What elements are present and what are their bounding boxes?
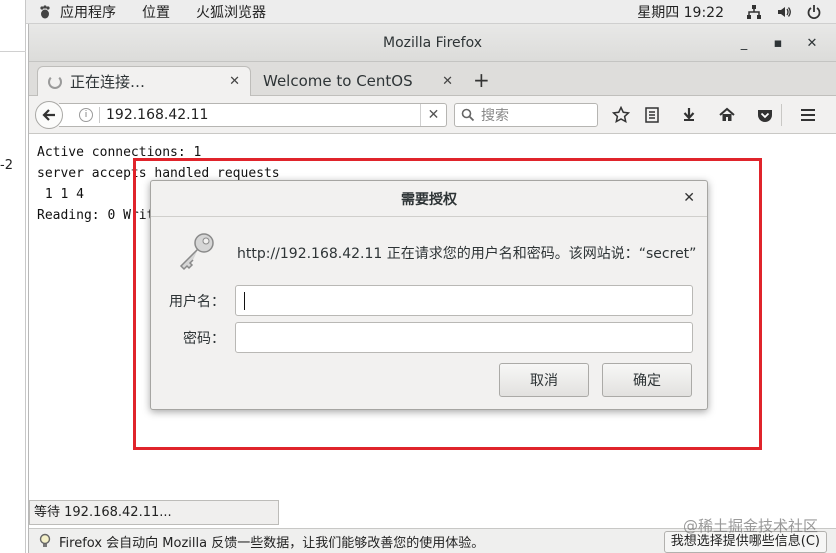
url-bar[interactable]: i 192.168.42.11 ✕ [59, 103, 447, 127]
navigation-toolbar: i 192.168.42.11 ✕ 搜索 [29, 96, 836, 134]
minimize-button[interactable]: _ [735, 34, 753, 52]
tab-connecting[interactable]: 正在连接… ✕ [37, 66, 251, 96]
search-placeholder: 搜索 [481, 108, 509, 124]
network-icon[interactable] [746, 4, 762, 20]
lightbulb-icon [39, 533, 51, 547]
key-icon [179, 233, 214, 271]
url-text[interactable]: 192.168.42.11 [106, 107, 420, 123]
gnome-foot-icon[interactable] [36, 3, 54, 21]
back-button[interactable] [35, 101, 63, 129]
tab-close-icon[interactable]: ✕ [229, 74, 240, 89]
tab-label: 正在连接… [70, 73, 146, 91]
loading-spinner-icon [48, 74, 62, 89]
menu-applications[interactable]: 应用程序 [60, 2, 116, 22]
hamburger-menu-icon[interactable] [798, 105, 818, 125]
site-info-icon[interactable]: i [79, 108, 93, 122]
status-line: Reading: 0 Writi [37, 208, 163, 223]
dialog-close-icon[interactable]: ✕ [683, 190, 695, 206]
maximize-button[interactable]: ▪ [769, 34, 787, 52]
password-label: 密码： [183, 331, 225, 347]
download-icon[interactable] [679, 105, 699, 125]
status-line: Active connections: 1 [37, 145, 202, 160]
search-input[interactable]: 搜索 [454, 103, 598, 127]
pocket-icon[interactable] [755, 105, 775, 125]
reader-list-icon[interactable] [642, 105, 662, 125]
system-top-bar: 应用程序 位置 火狐浏览器 星期四 19:22 [26, 0, 836, 24]
auth-message: http://192.168.42.11 正在请求您的用户名和密码。该网站说：“… [237, 246, 697, 262]
dialog-title: 需要授权 [401, 191, 457, 208]
clock[interactable]: 星期四 19:22 [637, 2, 724, 22]
tab-close-icon[interactable]: ✕ [442, 74, 453, 89]
username-label: 用户名： [169, 294, 225, 310]
menu-firefox[interactable]: 火狐浏览器 [196, 2, 266, 22]
ok-button[interactable]: 确定 [602, 363, 692, 397]
clear-url-icon[interactable]: ✕ [420, 104, 446, 126]
window-titlebar: Mozilla Firefox _ ▪ ✕ [29, 24, 836, 62]
power-icon[interactable] [806, 4, 822, 20]
status-line: 1 1 4 [37, 187, 84, 202]
notification-text: Firefox 会自动向 Mozilla 反馈一些数据，让我们能够改善您的使用体… [59, 535, 485, 551]
status-bar: 等待 192.168.42.11... [29, 500, 279, 525]
tab-label: Welcome to CentOS [263, 72, 413, 90]
close-window-button[interactable]: ✕ [803, 34, 821, 52]
menu-places[interactable]: 位置 [142, 2, 170, 22]
username-field[interactable] [235, 285, 693, 316]
watermark: @稀土掘金技术社区 [682, 517, 818, 535]
tab-strip: 正在连接… ✕ Welcome to CentOS ✕ + [29, 62, 836, 96]
window-title: Mozilla Firefox [382, 34, 483, 51]
new-tab-button[interactable]: + [473, 68, 490, 92]
back-arrow-icon [42, 109, 55, 121]
dialog-header: 需要授权 ✕ [151, 181, 707, 217]
tab-welcome-centos[interactable]: Welcome to CentOS ✕ [253, 66, 463, 96]
home-icon[interactable] [717, 105, 737, 125]
background-window-edge: -2 [0, 0, 26, 553]
bookmark-star-icon[interactable] [611, 105, 631, 125]
auth-dialog: 需要授权 ✕ http://192.168.42.11 正在请求您的用户名和密码… [150, 180, 708, 410]
background-text-fragment: -2 [0, 158, 13, 173]
text-caret [244, 292, 245, 310]
password-field[interactable] [235, 322, 693, 353]
search-icon [461, 108, 475, 122]
status-line: server accepts handled requests [37, 166, 280, 181]
volume-icon[interactable] [776, 4, 792, 20]
background-window-header [0, 24, 26, 52]
cancel-button[interactable]: 取消 [499, 363, 589, 397]
